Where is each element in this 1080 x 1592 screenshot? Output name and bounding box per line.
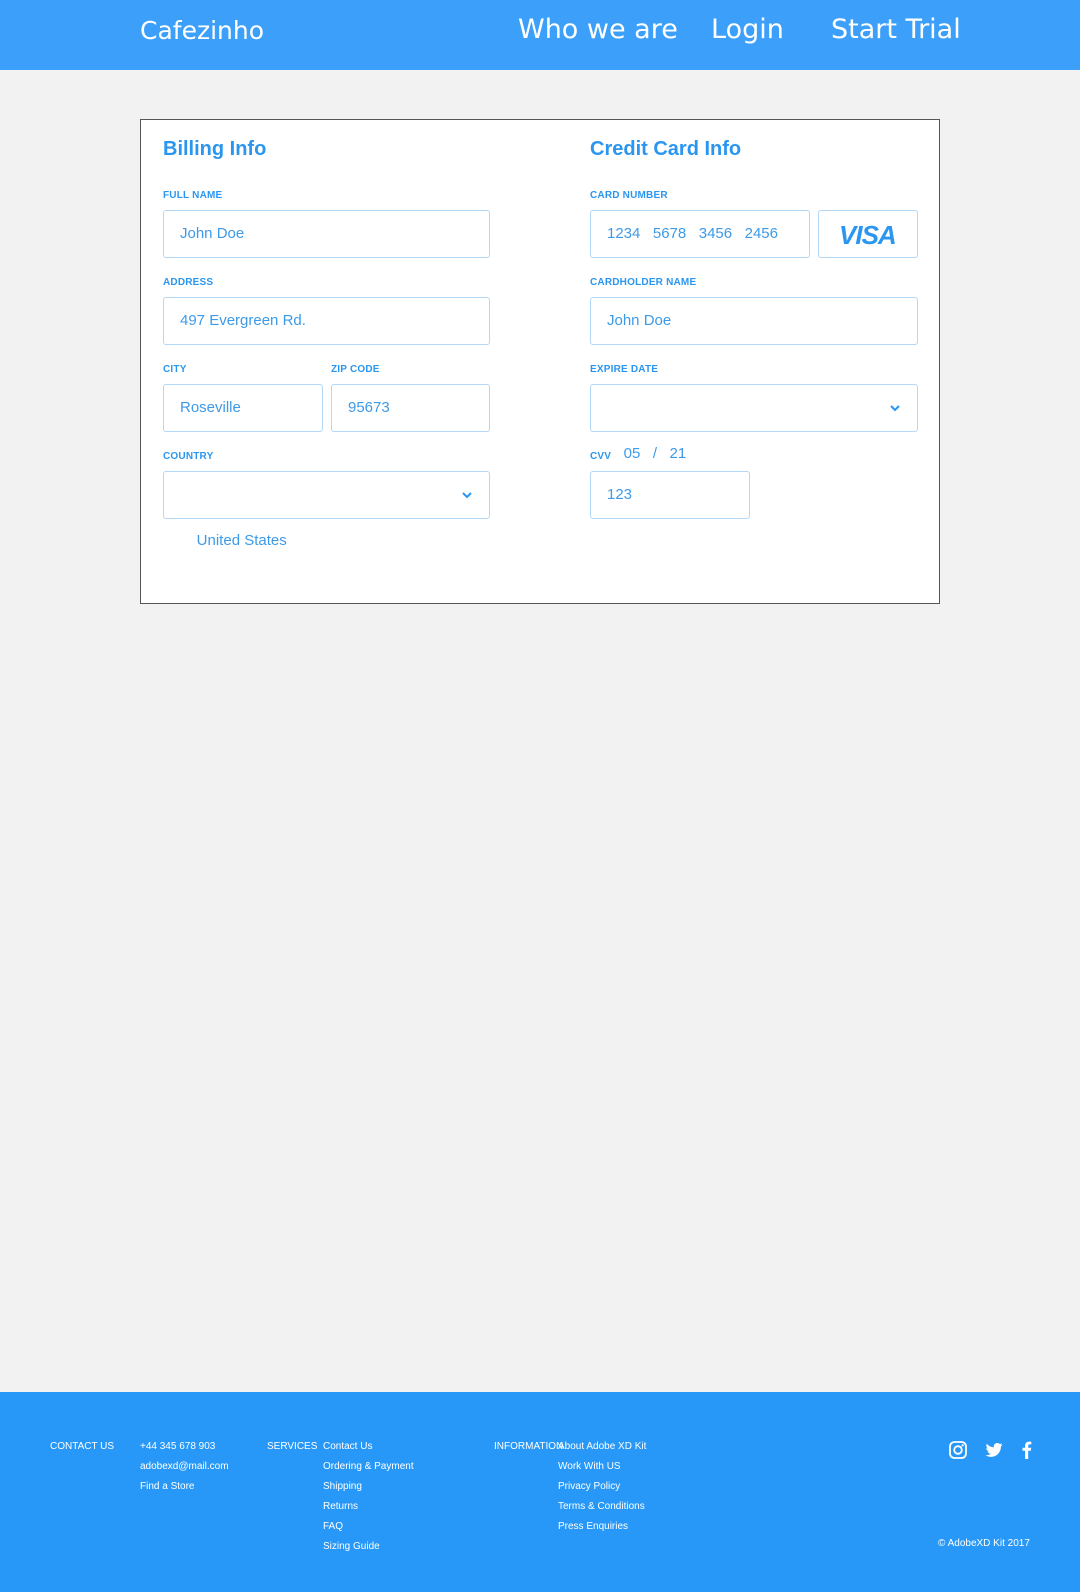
twitter-icon[interactable] bbox=[984, 1440, 1004, 1460]
zip-code-input[interactable]: 95673 bbox=[331, 384, 490, 432]
footer: CONTACT US +44 345 678 903 adobexd@mail.… bbox=[0, 1392, 1080, 1592]
cvv-label: CVV bbox=[590, 451, 612, 462]
nav-who-we-are[interactable]: Who we are bbox=[518, 14, 678, 45]
credit-card-info-title: Credit Card Info bbox=[590, 138, 742, 160]
footer-contact-heading: CONTACT US bbox=[50, 1441, 115, 1452]
footer-copyright: © AdobeXD Kit 2017 bbox=[938, 1538, 1030, 1549]
card-number-label: CARD NUMBER bbox=[590, 190, 668, 201]
cvv-input[interactable]: 123 bbox=[590, 471, 750, 519]
footer-phone[interactable]: +44 345 678 903 bbox=[140, 1441, 215, 1452]
footer-link-faq[interactable]: FAQ bbox=[323, 1521, 343, 1532]
chevron-down-icon bbox=[462, 492, 472, 499]
footer-link-work-with-us[interactable]: Work With US bbox=[558, 1461, 621, 1472]
visa-logo-icon: VISA bbox=[839, 220, 897, 250]
full-name-input[interactable]: John Doe bbox=[163, 210, 490, 258]
city-input[interactable]: Roseville bbox=[163, 384, 323, 432]
footer-link-contact-us[interactable]: Contact Us bbox=[323, 1441, 372, 1452]
zip-code-label: ZIP CODE bbox=[331, 364, 380, 375]
checkout-card: Billing Info FULL NAME John Doe ADDRESS … bbox=[140, 119, 940, 604]
city-label: CITY bbox=[163, 364, 187, 375]
nav-start-trial[interactable]: Start Trial bbox=[831, 14, 961, 45]
card-brand-badge: VISA bbox=[818, 210, 918, 258]
country-selected-value: United States bbox=[196, 532, 287, 549]
expire-date-label: EXPIRE DATE bbox=[590, 364, 659, 375]
footer-email[interactable]: adobexd@mail.com bbox=[140, 1461, 229, 1472]
brand-logo-text[interactable]: Cafezinho bbox=[140, 16, 264, 45]
footer-find-store[interactable]: Find a Store bbox=[140, 1481, 194, 1492]
expire-date-value: 05 / 21 bbox=[623, 445, 687, 462]
footer-link-ordering-payment[interactable]: Ordering & Payment bbox=[323, 1461, 414, 1472]
nav-login[interactable]: Login bbox=[711, 14, 784, 45]
full-name-label: FULL NAME bbox=[163, 190, 223, 201]
address-input[interactable]: 497 Evergreen Rd. bbox=[163, 297, 490, 345]
footer-link-press[interactable]: Press Enquiries bbox=[558, 1521, 628, 1532]
country-select[interactable]: United States bbox=[163, 471, 490, 549]
footer-link-privacy-policy[interactable]: Privacy Policy bbox=[558, 1481, 620, 1492]
billing-info-title: Billing Info bbox=[163, 138, 267, 160]
card-number-input[interactable]: 1234 5678 3456 2456 bbox=[590, 210, 810, 258]
country-label: COUNTRY bbox=[163, 451, 214, 462]
chevron-down-icon bbox=[890, 405, 900, 412]
expire-date-select[interactable]: 05 / 21 bbox=[590, 384, 918, 462]
footer-information-heading: INFORMATION bbox=[494, 1441, 564, 1452]
footer-link-returns[interactable]: Returns bbox=[323, 1501, 358, 1512]
instagram-icon[interactable] bbox=[948, 1440, 968, 1460]
cardholder-name-input[interactable]: John Doe bbox=[590, 297, 918, 345]
footer-link-terms[interactable]: Terms & Conditions bbox=[558, 1501, 645, 1512]
address-label: ADDRESS bbox=[163, 277, 214, 288]
footer-services-heading: SERVICES bbox=[267, 1441, 318, 1452]
footer-link-about[interactable]: About Adobe XD Kit bbox=[558, 1441, 646, 1452]
facebook-icon[interactable] bbox=[1017, 1440, 1037, 1460]
top-nav-bar: Cafezinho Who we are Login Start Trial bbox=[0, 0, 1080, 70]
cardholder-name-label: CARDHOLDER NAME bbox=[590, 277, 697, 288]
footer-link-shipping[interactable]: Shipping bbox=[323, 1481, 362, 1492]
footer-link-sizing-guide[interactable]: Sizing Guide bbox=[323, 1541, 380, 1552]
